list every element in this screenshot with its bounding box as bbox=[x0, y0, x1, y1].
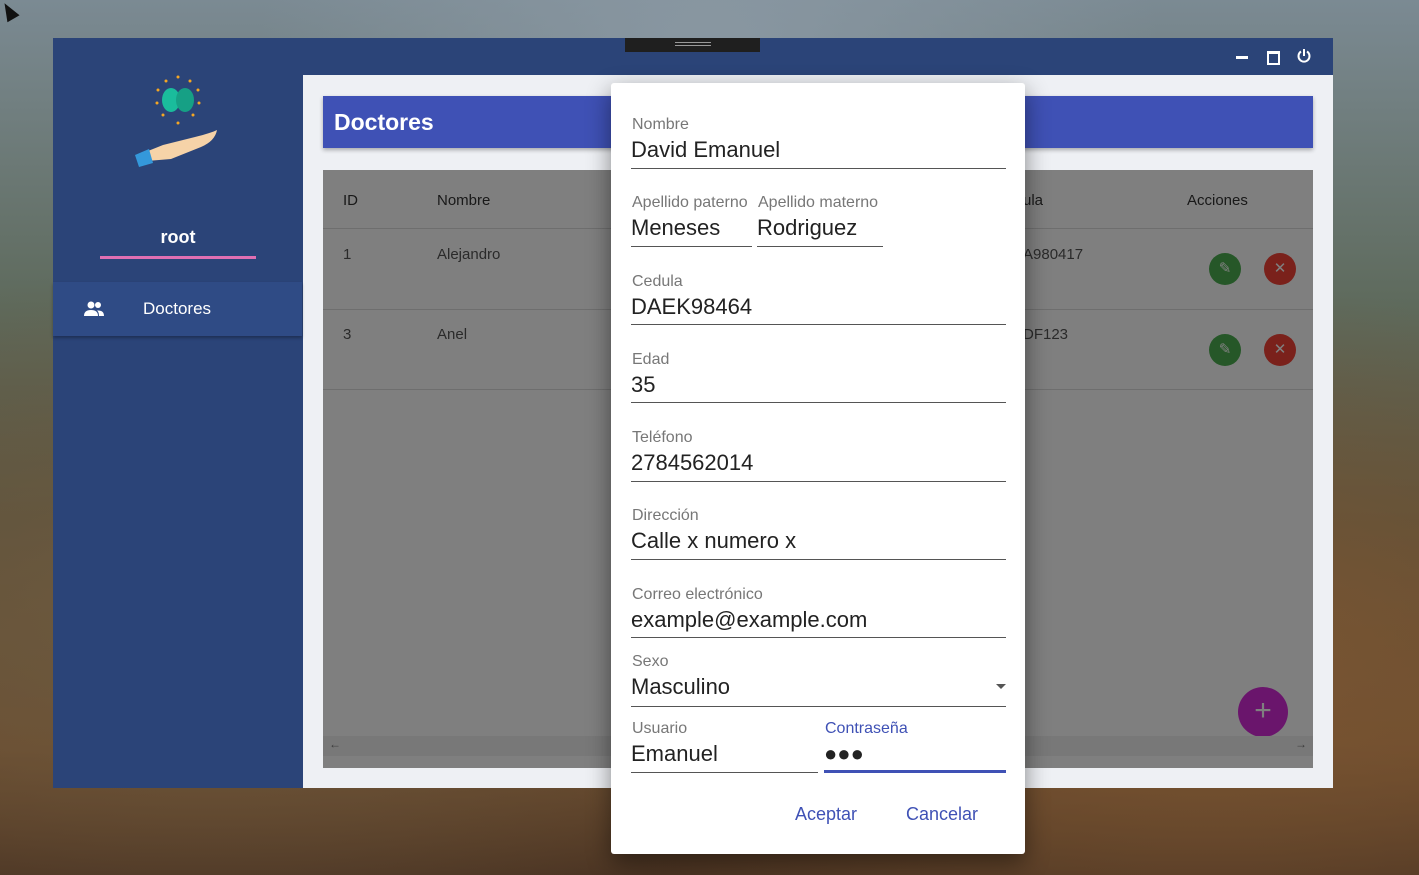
telefono-field[interactable]: Teléfono 2784562014 bbox=[631, 429, 1006, 482]
nombre-input[interactable]: David Emanuel bbox=[631, 137, 780, 163]
field-underline bbox=[631, 637, 1006, 638]
direccion-label: Dirección bbox=[632, 507, 699, 524]
nombre-label: Nombre bbox=[632, 116, 689, 133]
field-underline bbox=[631, 246, 752, 247]
title-bar[interactable] bbox=[53, 38, 1333, 75]
field-underline bbox=[631, 772, 818, 773]
mouse-cursor-icon bbox=[0, 0, 20, 23]
grip-icon bbox=[675, 42, 711, 46]
field-underline bbox=[631, 324, 1006, 325]
user-name: root bbox=[160, 227, 196, 247]
brain-hand-logo bbox=[135, 75, 217, 167]
accept-button[interactable]: Aceptar bbox=[795, 804, 857, 825]
apellido-paterno-field[interactable]: Apellido paterno Meneses bbox=[631, 194, 752, 247]
people-icon bbox=[84, 301, 104, 316]
contrasena-field[interactable]: Contraseña ●●● bbox=[824, 720, 1006, 773]
field-underline bbox=[631, 481, 1006, 482]
maximize-button[interactable] bbox=[1264, 48, 1282, 66]
field-underline bbox=[631, 402, 1006, 403]
apellido-materno-label: Apellido materno bbox=[758, 194, 879, 211]
edad-label: Edad bbox=[632, 351, 670, 368]
telefono-label: Teléfono bbox=[632, 429, 693, 446]
usuario-input[interactable]: Emanuel bbox=[631, 741, 718, 767]
chevron-down-icon[interactable] bbox=[996, 684, 1006, 689]
apellido-paterno-input[interactable]: Meneses bbox=[631, 215, 720, 241]
usuario-label: Usuario bbox=[632, 720, 688, 737]
sidebar-item-label: Doctores bbox=[143, 299, 212, 318]
direccion-field[interactable]: Dirección Calle x numero x bbox=[631, 507, 1006, 560]
sexo-label: Sexo bbox=[632, 653, 669, 670]
direccion-input[interactable]: Calle x numero x bbox=[631, 528, 796, 554]
sidebar: root Doctores bbox=[53, 75, 303, 788]
cedula-input[interactable]: DAEK98464 bbox=[631, 294, 752, 320]
field-underline bbox=[631, 706, 1006, 707]
cancel-button[interactable]: Cancelar bbox=[906, 804, 978, 825]
field-underline bbox=[631, 559, 1006, 560]
telefono-input[interactable]: 2784562014 bbox=[631, 450, 753, 476]
contrasena-input[interactable]: ●●● bbox=[824, 741, 864, 767]
contrasena-label: Contraseña bbox=[825, 720, 908, 737]
drag-handle[interactable] bbox=[625, 38, 760, 52]
power-icon bbox=[1297, 49, 1311, 63]
apellido-materno-field[interactable]: Apellido materno Rodriguez bbox=[757, 194, 883, 247]
cedula-field[interactable]: Cedula DAEK98464 bbox=[631, 273, 1006, 325]
sexo-select[interactable]: Sexo Masculino bbox=[631, 653, 1006, 707]
minimize-button[interactable] bbox=[1233, 48, 1251, 66]
correo-input[interactable]: example@example.com bbox=[631, 607, 867, 633]
minimize-icon bbox=[1236, 56, 1248, 59]
field-underline bbox=[757, 246, 883, 247]
nombre-field[interactable]: Nombre David Emanuel bbox=[631, 116, 1006, 169]
usuario-field[interactable]: Usuario Emanuel bbox=[631, 720, 818, 773]
correo-field[interactable]: Correo electrónico example@example.com bbox=[631, 586, 1006, 638]
edad-input[interactable]: 35 bbox=[631, 372, 655, 398]
correo-label: Correo electrónico bbox=[632, 586, 763, 603]
field-underline-focused bbox=[824, 770, 1006, 773]
user-underline bbox=[100, 256, 256, 259]
field-underline bbox=[631, 168, 1006, 169]
edad-field[interactable]: Edad 35 bbox=[631, 351, 1006, 403]
apellido-materno-input[interactable]: Rodriguez bbox=[757, 215, 857, 241]
cedula-label: Cedula bbox=[632, 273, 683, 290]
doctor-form-dialog: Nombre David Emanuel Apellido paterno Me… bbox=[611, 83, 1025, 854]
power-button[interactable] bbox=[1295, 48, 1313, 66]
apellido-paterno-label: Apellido paterno bbox=[632, 194, 748, 211]
page-title: Doctores bbox=[334, 109, 434, 135]
sexo-value[interactable]: Masculino bbox=[631, 674, 730, 700]
sidebar-item-doctores[interactable]: Doctores bbox=[53, 282, 302, 336]
maximize-icon bbox=[1267, 51, 1280, 65]
